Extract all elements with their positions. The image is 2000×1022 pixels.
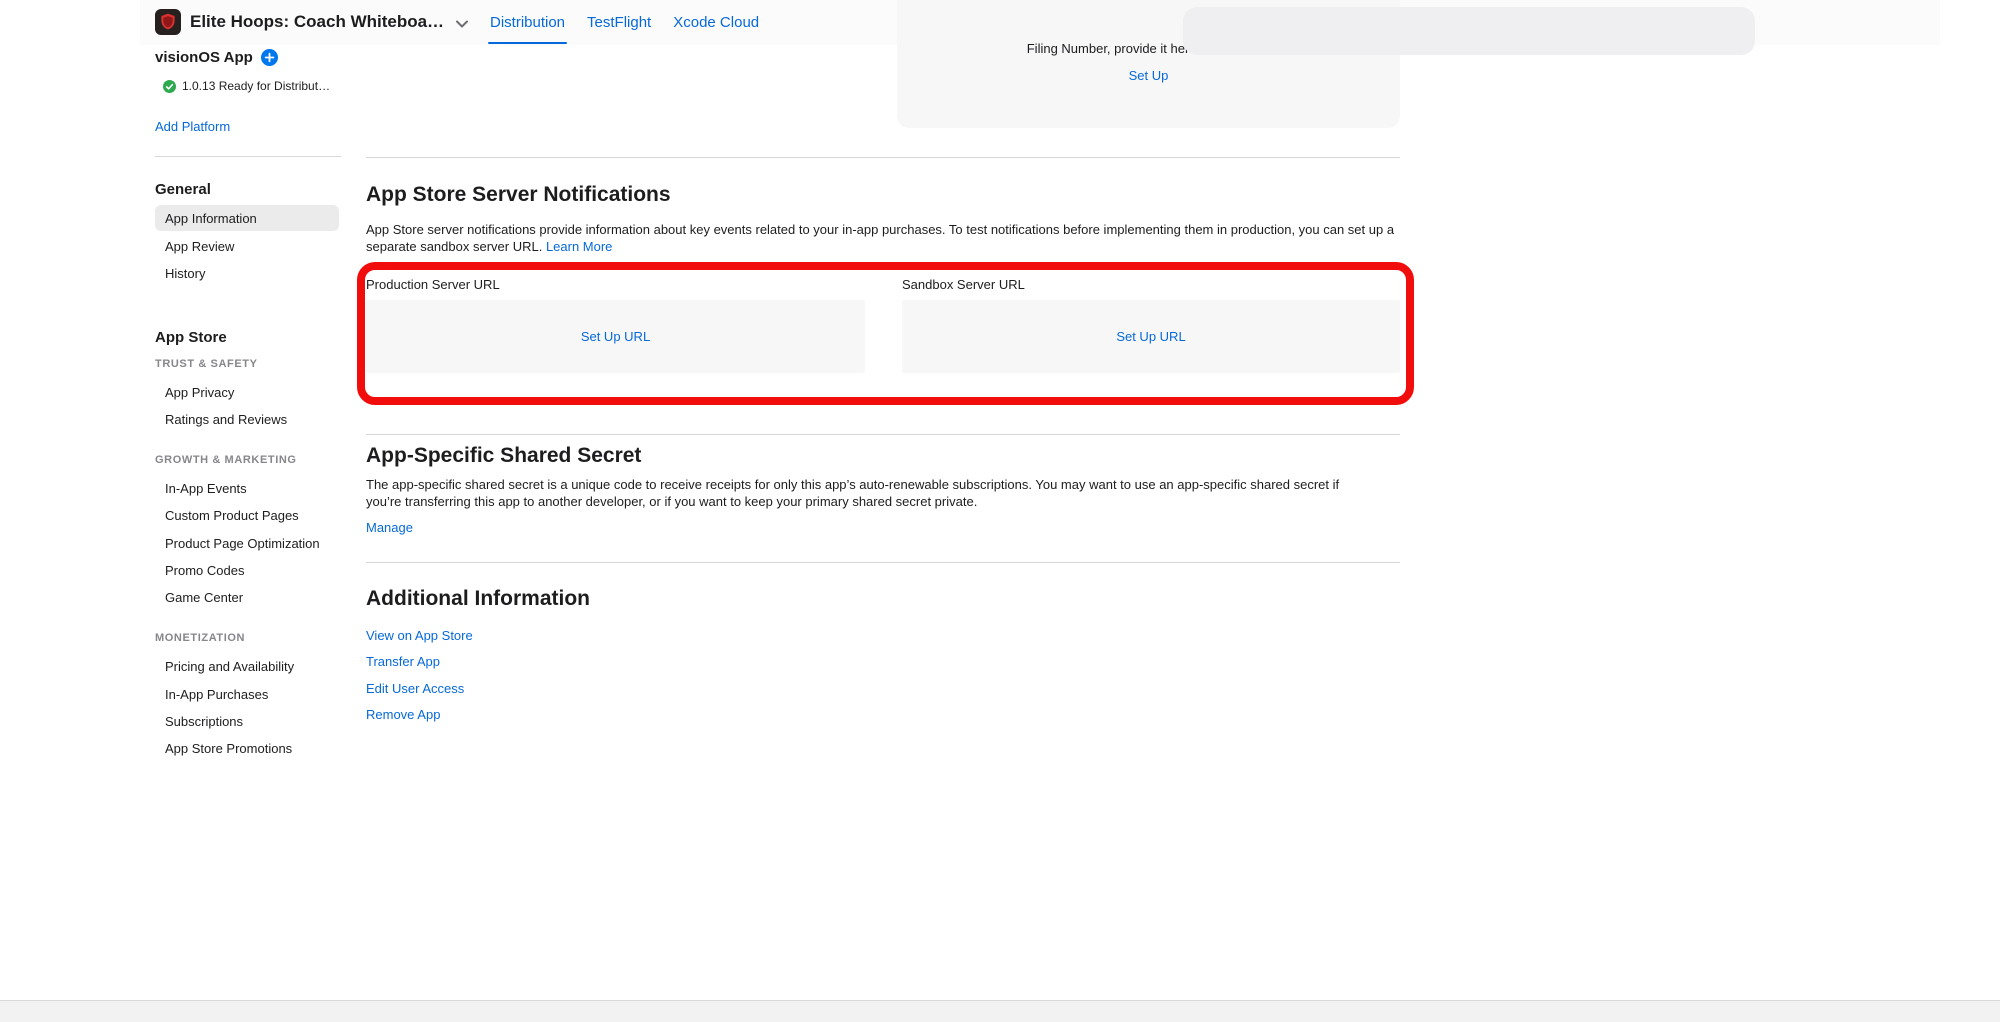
platform-title: visionOS App [155,49,253,66]
server-notifications-title: App Store Server Notifications [366,183,671,207]
ready-status-icon [163,80,176,93]
section-divider [366,562,1400,563]
app-title: Elite Hoops: Coach Whiteboa… [190,12,444,32]
production-set-up-url-link[interactable]: Set Up URL [581,329,650,344]
app-switcher[interactable]: Elite Hoops: Coach Whiteboa… [155,9,468,35]
transfer-app-link[interactable]: Transfer App [366,654,440,669]
production-server-url-panel: Set Up URL [366,300,865,373]
additional-information-title: Additional Information [366,587,590,611]
platform-header: visionOS App [155,49,278,66]
sidebar-heading-general: General [155,181,211,198]
sidebar-item-history[interactable]: History [165,266,205,281]
account-menu-placeholder[interactable] [1183,7,1755,55]
section-divider [366,157,1400,158]
banner-message-text: Filing Number, provide it here. [1027,41,1200,56]
sidebar-group-monetization: MONETIZATION [155,632,245,644]
server-notifications-description-text: App Store server notifications provide i… [366,222,1394,254]
sandbox-server-url-label: Sandbox Server URL [902,277,1025,292]
sidebar-item-app-store-promotions[interactable]: App Store Promotions [165,741,292,756]
sidebar-item-subscriptions[interactable]: Subscriptions [165,714,243,729]
server-notifications-learn-more-link[interactable]: Learn More [546,239,612,254]
sidebar-item-pricing-and-availability[interactable]: Pricing and Availability [165,659,294,674]
chevron-down-icon [456,20,468,28]
edit-user-access-link[interactable]: Edit User Access [366,681,464,696]
production-server-url-label: Production Server URL [366,277,500,292]
view-on-app-store-link[interactable]: View on App Store [366,628,473,643]
sidebar-group-trust-safety: TRUST & SAFETY [155,358,258,370]
main-tabs: Distribution TestFlight Xcode Cloud [488,0,761,45]
sidebar-item-label: App Information [165,211,257,226]
sidebar-item-promo-codes[interactable]: Promo Codes [165,563,244,578]
tab-xcode-cloud[interactable]: Xcode Cloud [671,0,761,45]
sidebar-item-ratings-and-reviews[interactable]: Ratings and Reviews [165,412,287,427]
add-platform-icon[interactable] [261,49,278,66]
section-divider [366,434,1400,435]
server-notifications-description: App Store server notifications provide i… [366,221,1402,255]
shared-secret-title: App-Specific Shared Secret [366,444,641,468]
app-icon [155,9,181,35]
sidebar-item-product-page-optimization[interactable]: Product Page Optimization [165,536,320,551]
tab-testflight[interactable]: TestFlight [585,0,653,45]
sidebar-group-growth-marketing: GROWTH & MARKETING [155,454,297,466]
manage-link[interactable]: Manage [366,520,413,535]
sidebar-item-game-center[interactable]: Game Center [165,590,243,605]
sidebar-item-in-app-purchases[interactable]: In-App Purchases [165,687,268,702]
add-platform-link[interactable]: Add Platform [155,119,230,134]
remove-app-link[interactable]: Remove App [366,707,440,722]
sidebar-heading-app-store: App Store [155,329,227,346]
footer-bar [0,1000,2000,1022]
sidebar-item-app-information[interactable]: App Information [155,205,339,231]
version-status-row: 1.0.13 Ready for Distribut… [163,79,330,93]
sidebar-item-app-privacy[interactable]: App Privacy [165,385,234,400]
banner-set-up-link[interactable]: Set Up [1129,68,1169,83]
tab-distribution[interactable]: Distribution [488,0,567,45]
sidebar-divider [155,156,341,157]
shared-secret-description: The app-specific shared secret is a uniq… [366,476,1361,510]
page: Elite Hoops: Coach Whiteboa… Distributio… [0,0,2000,1022]
sandbox-server-url-panel: Set Up URL [902,300,1400,373]
sandbox-set-up-url-link[interactable]: Set Up URL [1116,329,1185,344]
sidebar-item-in-app-events[interactable]: In-App Events [165,481,247,496]
sidebar-item-custom-product-pages[interactable]: Custom Product Pages [165,508,299,523]
version-status[interactable]: 1.0.13 Ready for Distribut… [182,79,330,93]
sidebar-item-app-review[interactable]: App Review [165,239,234,254]
